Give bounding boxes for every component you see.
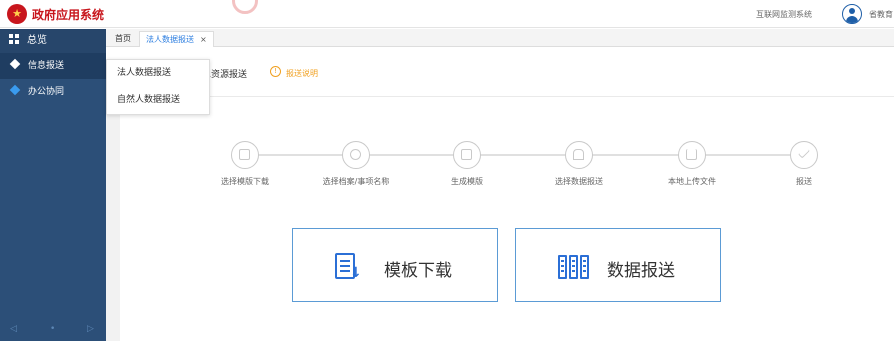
server-icon	[558, 255, 590, 279]
sidebar: 总览 信息报送 办公协同 ◁ • ▷	[0, 29, 106, 341]
sidebar-overview[interactable]: 总览	[0, 29, 106, 53]
template-download-label: 模板下载	[384, 261, 452, 281]
step-label: 本地上传文件	[668, 177, 716, 186]
upload-icon	[678, 141, 706, 169]
close-icon[interactable]: ×	[200, 35, 207, 44]
layers-icon	[9, 58, 21, 70]
check-icon	[790, 141, 818, 169]
archive-icon	[342, 141, 370, 169]
app-title: 政府应用系统	[32, 8, 105, 22]
sidebar-footer: ◁ • ▷	[0, 319, 106, 341]
info-icon: !	[270, 66, 281, 77]
dot-icon: •	[50, 324, 56, 334]
tab-bar: 首页 法人数据报送 ×	[106, 29, 894, 47]
content-gutter	[106, 96, 120, 341]
prev-icon[interactable]: ◁	[10, 324, 17, 334]
submit-type-dropdown: 法人数据报送 自然人数据报送	[106, 59, 210, 115]
sidebar-item-label: 办公协同	[28, 87, 65, 97]
app-root: ★ 政府应用系统 互联网监测系统 省教育 总览 信息报送 办公协同 ◁ • ▷ …	[0, 0, 894, 341]
sidebar-item-office[interactable]: 办公协同	[0, 79, 106, 105]
data-submit-label: 数据报送	[607, 261, 675, 281]
sidebar-item-info-submit[interactable]: 信息报送	[0, 53, 106, 79]
top-bar: ★ 政府应用系统 互联网监测系统 省教育	[0, 0, 894, 28]
tab-legal-person-submit[interactable]: 法人数据报送 ×	[139, 31, 214, 47]
user-name[interactable]: 省教育	[869, 9, 893, 20]
monitoring-system-link[interactable]: 互联网监测系统	[756, 9, 812, 20]
download-arrow-icon: ↓	[350, 265, 362, 281]
watermark-logo	[232, 0, 258, 14]
next-icon[interactable]: ▷	[87, 324, 94, 334]
divider	[106, 96, 894, 97]
step-label: 报送	[796, 177, 812, 186]
emblem-icon: ★	[7, 4, 27, 24]
submit-instructions-link[interactable]: 报送说明	[286, 68, 318, 79]
sub-tab-row: 息资源报送 ! 报送说明	[106, 47, 894, 80]
layers-icon	[9, 84, 21, 96]
step-label: 选择数据报送	[555, 177, 603, 186]
user-avatar-icon[interactable]	[842, 4, 862, 24]
data-submit-button[interactable]: 数据报送	[515, 228, 721, 302]
tab-label: 法人数据报送	[146, 35, 194, 44]
dropdown-item-legal-person[interactable]: 法人数据报送	[107, 60, 209, 87]
tab-home[interactable]: 首页	[109, 31, 137, 47]
grid-icon	[9, 34, 19, 44]
sidebar-heading: 总览	[27, 35, 47, 46]
template-select-icon	[231, 141, 259, 169]
sidebar-item-label: 信息报送	[28, 61, 65, 71]
generate-template-icon	[453, 141, 481, 169]
step-label: 生成模版	[451, 177, 483, 186]
steps-line	[245, 154, 805, 156]
template-download-button[interactable]: ↓ 模板下载	[292, 228, 498, 302]
dropdown-item-natural-person[interactable]: 自然人数据报送	[107, 87, 209, 114]
step-label: 选择档案/事项名称	[322, 177, 390, 186]
step-label: 选择模版下载	[221, 177, 269, 186]
data-select-icon	[565, 141, 593, 169]
